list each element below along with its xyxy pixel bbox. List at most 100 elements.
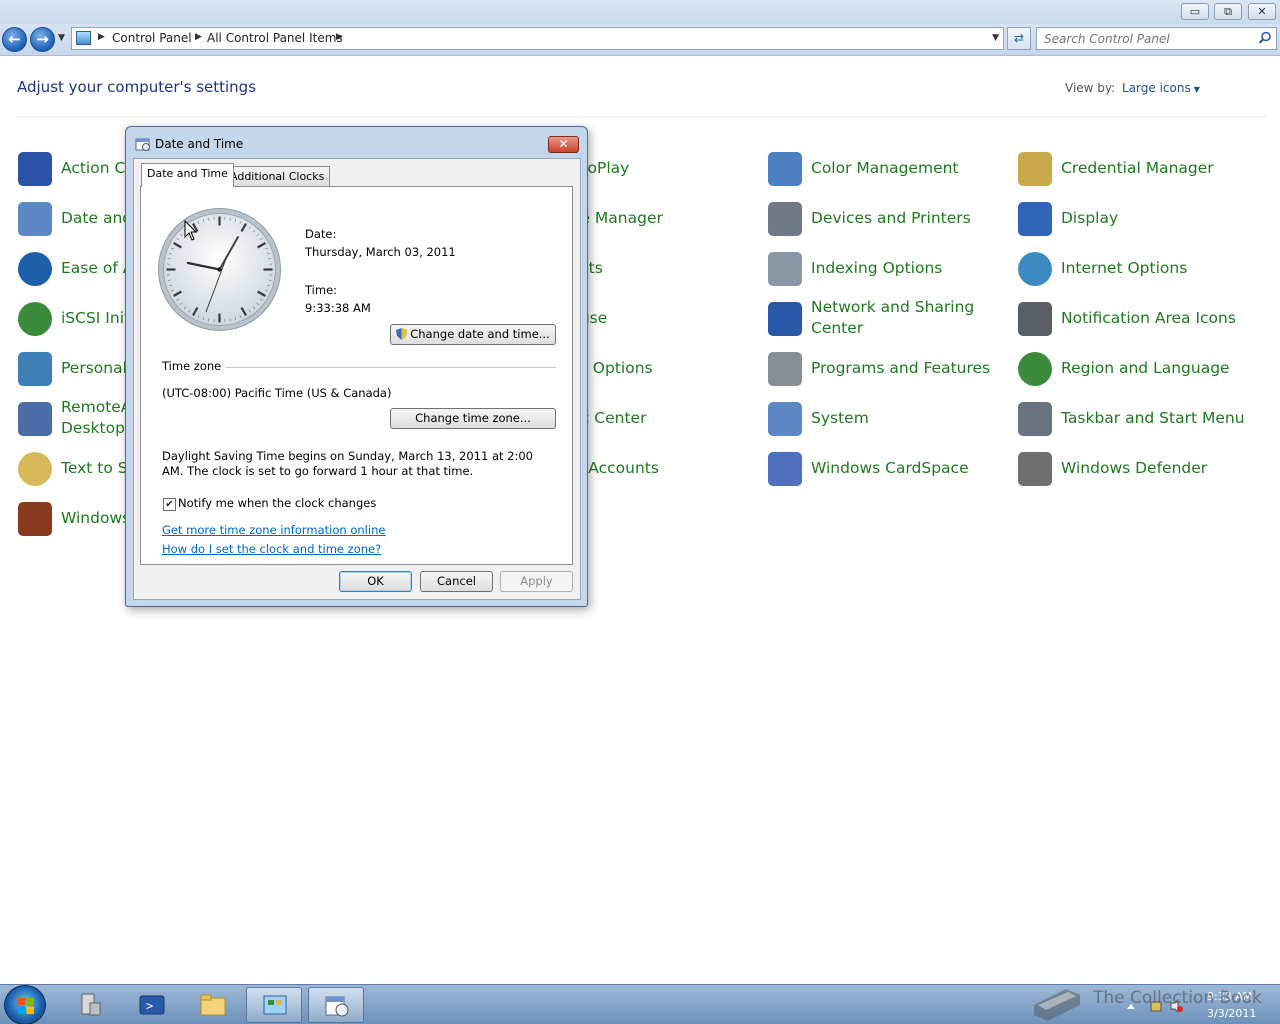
item-indexing-options[interactable]: Indexing Options bbox=[768, 246, 1013, 290]
how-to-set-clock-link[interactable]: How do I set the clock and time zone? bbox=[162, 542, 381, 556]
taskbar-control-panel[interactable] bbox=[246, 987, 302, 1023]
powershell-icon: > bbox=[139, 995, 165, 1015]
refresh-button[interactable]: ⇄ bbox=[1007, 27, 1031, 50]
item-windows-defender[interactable]: Windows Defender bbox=[1018, 446, 1263, 490]
item-label: Windows CardSpace bbox=[811, 459, 969, 477]
item-label: Display bbox=[1061, 209, 1119, 227]
minimize-button[interactable]: ▭ bbox=[1181, 3, 1209, 20]
restore-button[interactable]: ⧉ bbox=[1214, 3, 1242, 20]
search-box[interactable] bbox=[1036, 27, 1277, 50]
breadcrumb-separator-icon[interactable]: ▶ bbox=[195, 32, 202, 42]
taskbar-server-manager[interactable] bbox=[62, 987, 118, 1023]
navigation-bar: ← → ▼ ▶ Control Panel ▶ All Control Pane… bbox=[0, 24, 1280, 56]
address-bar[interactable]: ▶ Control Panel ▶ All Control Panel Item… bbox=[71, 27, 1004, 50]
taskbar-powershell[interactable]: > bbox=[124, 987, 180, 1023]
item-display[interactable]: Display bbox=[1018, 196, 1263, 240]
ease-of-access-icon bbox=[18, 252, 52, 286]
item-label: Internet Options bbox=[1061, 259, 1188, 277]
time-label: Time: bbox=[305, 283, 338, 297]
search-icon[interactable] bbox=[1258, 31, 1272, 45]
control-panel-icon bbox=[76, 31, 91, 45]
breadcrumb-all-items[interactable]: All Control Panel Items bbox=[207, 31, 343, 45]
dst-notice: Daylight Saving Time begins on Sunday, M… bbox=[162, 449, 533, 478]
breadcrumb-separator-icon[interactable]: ▶ bbox=[336, 32, 343, 42]
start-button[interactable] bbox=[4, 985, 46, 1024]
item-system[interactable]: System bbox=[768, 396, 1013, 440]
apply-button[interactable]: Apply bbox=[500, 571, 573, 592]
system-icon bbox=[768, 402, 802, 436]
address-history-dropdown[interactable]: ▼ bbox=[992, 33, 999, 43]
item-taskbar-start-menu[interactable]: Taskbar and Start Menu bbox=[1018, 396, 1263, 440]
item-internet-options[interactable]: Internet Options bbox=[1018, 246, 1263, 290]
view-by-dropdown[interactable]: Large icons ▼ bbox=[1122, 81, 1200, 95]
programs-icon bbox=[768, 352, 802, 386]
change-date-time-label: Change date and time... bbox=[410, 327, 550, 341]
server-manager-icon bbox=[81, 993, 101, 1016]
forward-button[interactable]: → bbox=[30, 27, 55, 52]
control-panel-icon bbox=[263, 995, 287, 1015]
item-notification-area-icons[interactable]: Notification Area Icons bbox=[1018, 296, 1263, 340]
notify-checkbox[interactable]: ✔ bbox=[163, 498, 176, 511]
firewall-icon bbox=[18, 502, 52, 536]
uac-shield-icon bbox=[396, 328, 408, 340]
item-region-language[interactable]: Region and Language bbox=[1018, 346, 1263, 390]
item-label: Programs and Features bbox=[811, 359, 991, 377]
ok-button[interactable]: OK bbox=[339, 571, 412, 592]
tab-additional-clocks[interactable]: Additional Clocks bbox=[224, 166, 331, 187]
taskbar-date[interactable]: 3/3/2011 bbox=[1207, 1007, 1256, 1020]
tab-date-and-time[interactable]: Date and Time bbox=[141, 163, 234, 187]
item-label: Taskbar and Start Menu bbox=[1061, 409, 1245, 427]
date-label: Date: bbox=[305, 227, 337, 241]
breadcrumb-control-panel[interactable]: Control Panel bbox=[112, 31, 192, 45]
dialog-title: Date and Time bbox=[155, 137, 244, 151]
dialog-close-button[interactable]: ✕ bbox=[548, 136, 579, 153]
windows-logo-icon bbox=[18, 998, 34, 1014]
more-timezone-info-link[interactable]: Get more time zone information online bbox=[162, 523, 385, 537]
dialog-body: Date and Time Additional Clocks Date: Th… bbox=[133, 158, 581, 600]
taskbar-date-and-time[interactable] bbox=[308, 987, 364, 1023]
breadcrumb-separator-icon[interactable]: ▶ bbox=[98, 32, 105, 42]
svg-text:>: > bbox=[146, 999, 153, 1013]
cardspace-icon bbox=[768, 452, 802, 486]
taskbar-explorer[interactable] bbox=[185, 987, 241, 1023]
item-label: Region and Language bbox=[1061, 359, 1230, 377]
item-color-management[interactable]: Color Management bbox=[768, 146, 1013, 190]
defender-icon bbox=[1018, 452, 1052, 486]
watermark-text: The Collection Book bbox=[1093, 988, 1262, 1008]
item-network-sharing[interactable]: Network and Sharing Center bbox=[768, 296, 1013, 340]
item-label: Color Management bbox=[811, 159, 959, 177]
date-value: Thursday, March 03, 2011 bbox=[305, 245, 456, 259]
timezone-group-label: Time zone bbox=[162, 359, 227, 373]
cancel-button[interactable]: Cancel bbox=[420, 571, 493, 592]
time-value: 9:33:38 AM bbox=[305, 301, 371, 315]
change-date-time-button[interactable]: Change date and time... bbox=[390, 324, 556, 345]
item-programs-features[interactable]: Programs and Features bbox=[768, 346, 1013, 390]
search-input[interactable] bbox=[1044, 29, 1254, 48]
view-by-label: View by: bbox=[1065, 81, 1116, 95]
speech-bubble-icon bbox=[18, 452, 52, 486]
indexing-icon bbox=[768, 252, 802, 286]
color-management-icon bbox=[768, 152, 802, 186]
change-time-zone-button[interactable]: Change time zone... bbox=[390, 408, 556, 429]
globe-shield-icon bbox=[18, 302, 52, 336]
item-label: Windows Defender bbox=[1061, 459, 1208, 477]
item-windows-cardspace[interactable]: Windows CardSpace bbox=[768, 446, 1013, 490]
item-label: Network and Sharing Center bbox=[811, 298, 975, 337]
item-devices-and-printers[interactable]: Devices and Printers bbox=[768, 196, 1013, 240]
close-window-button[interactable]: ✕ bbox=[1248, 3, 1276, 20]
recent-pages-dropdown[interactable]: ▼ bbox=[58, 33, 65, 43]
calendar-clock-icon bbox=[18, 202, 52, 236]
item-label: Notification Area Icons bbox=[1061, 309, 1236, 327]
mouse-cursor-icon bbox=[184, 220, 198, 241]
printer-icon bbox=[768, 202, 802, 236]
item-credential-manager[interactable]: Credential Manager bbox=[1018, 146, 1263, 190]
back-button[interactable]: ← bbox=[2, 27, 27, 52]
region-icon bbox=[1018, 352, 1052, 386]
taskbar: > 9:33 AM 3/3/2011 bbox=[0, 984, 1280, 1024]
header-divider bbox=[16, 116, 1266, 117]
item-label: Devices and Printers bbox=[811, 209, 971, 227]
notify-label[interactable]: Notify me when the clock changes bbox=[178, 496, 376, 510]
item-label: System bbox=[811, 409, 869, 427]
item-label: Indexing Options bbox=[811, 259, 943, 277]
page-title: Adjust your computer's settings bbox=[17, 78, 257, 96]
